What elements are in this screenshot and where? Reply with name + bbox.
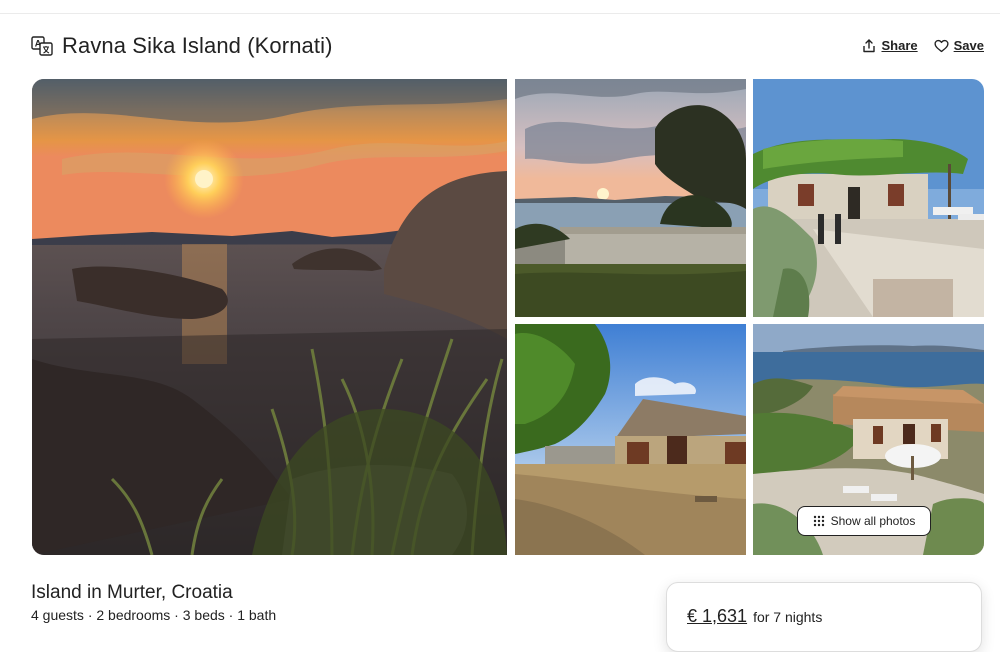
total-price[interactable]: € 1,631 (687, 606, 747, 627)
header-actions: Share Save (846, 38, 984, 53)
share-button[interactable]: Share (862, 38, 918, 53)
photo-sunset-wall[interactable] (515, 79, 746, 317)
show-all-photos-button[interactable]: Show all photos (797, 506, 931, 536)
save-button[interactable]: Save (934, 38, 984, 53)
photo-house-pergola[interactable] (753, 79, 984, 317)
grid-icon (813, 515, 824, 527)
price-suffix: for 7 nights (753, 609, 823, 625)
price-line: € 1,631 for 7 nights (687, 606, 822, 627)
top-divider (0, 13, 1000, 14)
title-row: A Ravna Sika Island (Kornati) Share Save (31, 31, 984, 61)
heart-icon (934, 39, 949, 52)
photo-main-sunset[interactable] (32, 79, 507, 555)
share-label: Share (881, 38, 918, 53)
photo-stone-cottage[interactable] (515, 324, 746, 555)
listing-type: Island in Murter, Croatia (31, 582, 233, 603)
booking-card: € 1,631 for 7 nights (666, 582, 982, 652)
show-all-photos-label: Show all photos (830, 514, 916, 528)
listing-details: 4 guests · 2 bedrooms · 3 beds · 1 bath (31, 607, 277, 623)
translate-icon: A (31, 35, 53, 57)
page-title: Ravna Sika Island (Kornati) (62, 33, 333, 58)
share-icon (863, 38, 876, 52)
photo-gallery: Show all photos (32, 79, 984, 555)
save-label: Save (953, 38, 984, 53)
